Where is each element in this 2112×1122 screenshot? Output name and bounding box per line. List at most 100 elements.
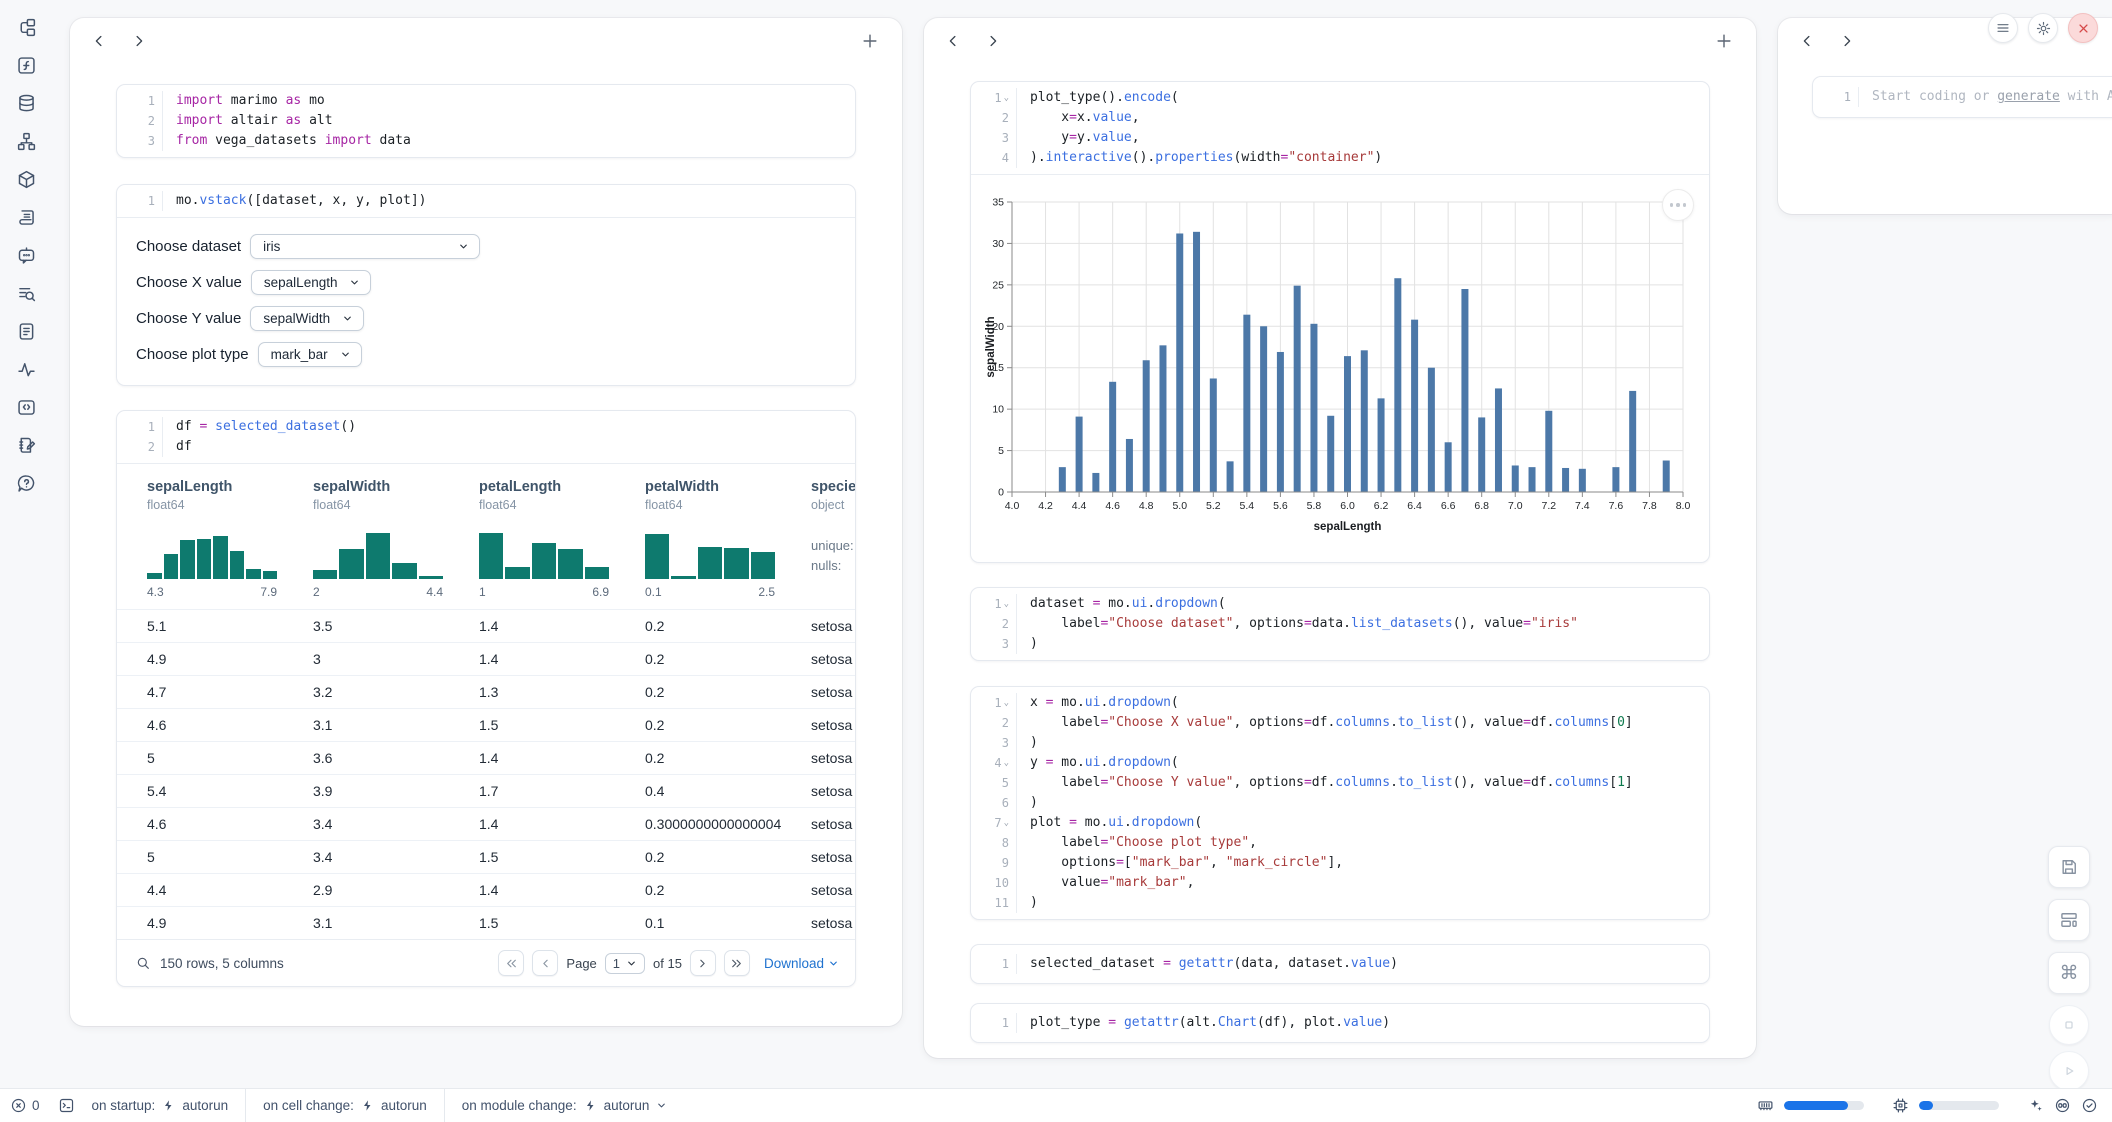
notebook-column-2: 1⌄plot_type().encode(2 x=x.value,3 y=y.v… (924, 18, 1756, 1058)
save-button[interactable] (2048, 846, 2090, 888)
svg-text:6.4: 6.4 (1407, 500, 1422, 512)
plot-type-select[interactable]: mark_bar (258, 342, 362, 367)
database-icon[interactable] (15, 92, 37, 114)
on-cell-change-mode[interactable]: on cell change: autorun (245, 1089, 444, 1122)
y-select[interactable]: sepalWidth (250, 306, 364, 331)
on-startup-mode[interactable]: on startup: autorun (75, 1089, 246, 1122)
text-search-icon[interactable] (15, 282, 37, 304)
code-editor[interactable]: 1selected_dataset = getattr(data, datase… (971, 945, 1709, 983)
column-histogram (147, 525, 277, 579)
table-row[interactable]: 5.13.51.40.2setosa (117, 609, 855, 642)
table-row[interactable]: 53.41.50.2setosa (117, 840, 855, 873)
chevron-down-icon (828, 958, 839, 969)
cell-vstack[interactable]: 1mo.vstack([dataset, x, y, plot]) Choose… (116, 184, 856, 386)
copilot-icon[interactable] (2054, 1097, 2071, 1114)
help-icon[interactable] (15, 472, 37, 494)
svg-text:5: 5 (998, 445, 1004, 457)
search-icon[interactable] (135, 955, 151, 971)
file-tree-icon[interactable] (15, 16, 37, 38)
next-page-button[interactable] (690, 950, 716, 976)
add-cell-icon[interactable] (860, 31, 880, 51)
cell-selected-dataset[interactable]: 1selected_dataset = getattr(data, datase… (970, 944, 1710, 984)
code-editor[interactable]: 1⌄dataset = mo.ui.dropdown(2 label="Choo… (971, 588, 1709, 660)
cell-chart[interactable]: 1⌄plot_type().encode(2 x=x.value,3 y=y.v… (970, 81, 1710, 563)
code-editor[interactable]: 1df = selected_dataset()2df (117, 411, 855, 463)
code-editor[interactable]: 1⌄plot_type().encode(2 x=x.value,3 y=y.v… (971, 82, 1709, 174)
generate-link[interactable]: generate (1997, 89, 2060, 104)
control-row: Choose Y value sepalWidth (136, 305, 855, 332)
table-row[interactable]: 4.63.11.50.2setosa (117, 708, 855, 741)
dependency-graph-icon[interactable] (15, 130, 37, 152)
table-row[interactable]: 4.42.91.40.2setosa (117, 873, 855, 906)
cell-imports[interactable]: 1import marimo as mo2import altair as al… (116, 84, 856, 158)
table-cell: 3.4 (313, 849, 479, 865)
control-row: Choose plot type mark_bar (136, 341, 855, 368)
settings-gear-icon[interactable] (2028, 13, 2058, 43)
column-next-icon[interactable] (984, 32, 1002, 50)
cell-dataset-dropdown[interactable]: 1⌄dataset = mo.ui.dropdown(2 label="Choo… (970, 587, 1710, 661)
tracing-icon[interactable] (15, 358, 37, 380)
cell-xy-plot-dropdowns[interactable]: 1⌄x = mo.ui.dropdown(2 label="Choose X v… (970, 686, 1710, 920)
code-editor[interactable]: 1 Start coding or generate with AI (1813, 77, 2112, 117)
download-button[interactable]: Download (764, 956, 839, 971)
packages-icon[interactable] (15, 168, 37, 190)
table-row[interactable]: 5.43.91.70.4setosa (117, 774, 855, 807)
cell-df[interactable]: 1df = selected_dataset()2df sepalLength … (116, 410, 856, 987)
bar-chart[interactable]: 4.04.24.44.64.85.05.25.45.65.86.06.26.46… (985, 187, 1695, 544)
snippets-icon[interactable] (15, 320, 37, 342)
table-cell: 1.5 (479, 915, 645, 931)
functions-icon[interactable] (15, 54, 37, 76)
table-row[interactable]: 4.93.11.50.1setosa (117, 906, 855, 939)
column-header: sepalLength float64 4.37.9 (147, 479, 313, 599)
table-row[interactable]: 4.73.21.30.2setosa (117, 675, 855, 708)
page-select[interactable]: 1 (605, 953, 645, 974)
column-next-icon[interactable] (1838, 32, 1856, 50)
table-cell: 3.9 (313, 783, 479, 799)
notebook-menu-button[interactable] (1988, 13, 2018, 43)
first-page-button[interactable] (498, 950, 524, 976)
terminal-button[interactable] (58, 1097, 75, 1114)
add-cell-icon[interactable] (1714, 31, 1734, 51)
code-editor[interactable]: 1⌄x = mo.ui.dropdown(2 label="Choose X v… (971, 687, 1709, 919)
ai-chat-icon[interactable] (15, 244, 37, 266)
notebook-icon[interactable] (15, 434, 37, 456)
table-cell: 4.7 (147, 684, 313, 700)
close-button[interactable] (2068, 13, 2098, 43)
code-editor[interactable]: 1import marimo as mo2import altair as al… (117, 85, 855, 157)
column-next-icon[interactable] (130, 32, 148, 50)
table-footer: 150 rows, 5 columns Page 1 of 15 (117, 939, 855, 986)
chart-menu-icon[interactable] (1662, 189, 1694, 221)
cell-empty[interactable]: 1 Start coding or generate with AI (1812, 76, 2112, 118)
code-editor[interactable]: 1mo.vstack([dataset, x, y, plot]) (117, 185, 855, 217)
last-page-button[interactable] (724, 950, 750, 976)
ai-sparkles-icon[interactable] (2027, 1097, 2044, 1114)
logs-icon[interactable] (15, 206, 37, 228)
dataset-select[interactable]: iris (250, 234, 480, 259)
on-module-change-mode[interactable]: on module change: autorun (444, 1089, 685, 1122)
table-cell: 0.2 (645, 717, 811, 733)
table-row[interactable]: 4.931.40.2setosa (117, 642, 855, 675)
run-button[interactable] (2049, 1051, 2089, 1091)
table-cell: 3.6 (313, 750, 479, 766)
prev-page-button[interactable] (532, 950, 558, 976)
column-prev-icon[interactable] (90, 32, 108, 50)
table-cell: 0.2 (645, 618, 811, 634)
x-select[interactable]: sepalLength (251, 270, 372, 295)
error-indicator[interactable]: 0 (10, 1097, 40, 1114)
shortcuts-button[interactable]: ⌘ (2048, 952, 2090, 994)
column-prev-icon[interactable] (1798, 32, 1816, 50)
memory-icon (1757, 1097, 1774, 1114)
scratchpad-icon[interactable] (15, 396, 37, 418)
table-row[interactable]: 4.63.41.40.3000000000000004setosa (117, 807, 855, 840)
connection-status-icon[interactable] (2081, 1097, 2098, 1114)
column-prev-icon[interactable] (944, 32, 962, 50)
column-2-header (924, 18, 1756, 64)
table-cell: 4.4 (147, 882, 313, 898)
column-1-header (70, 18, 902, 64)
cell-plot-type[interactable]: 1plot_type = getattr(alt.Chart(df), plot… (970, 1003, 1710, 1043)
layout-toggle-button[interactable] (2048, 899, 2090, 941)
code-editor[interactable]: 1plot_type = getattr(alt.Chart(df), plot… (971, 1004, 1709, 1042)
table-cell: 1.3 (479, 684, 645, 700)
stop-button[interactable] (2049, 1005, 2089, 1045)
table-row[interactable]: 53.61.40.2setosa (117, 741, 855, 774)
